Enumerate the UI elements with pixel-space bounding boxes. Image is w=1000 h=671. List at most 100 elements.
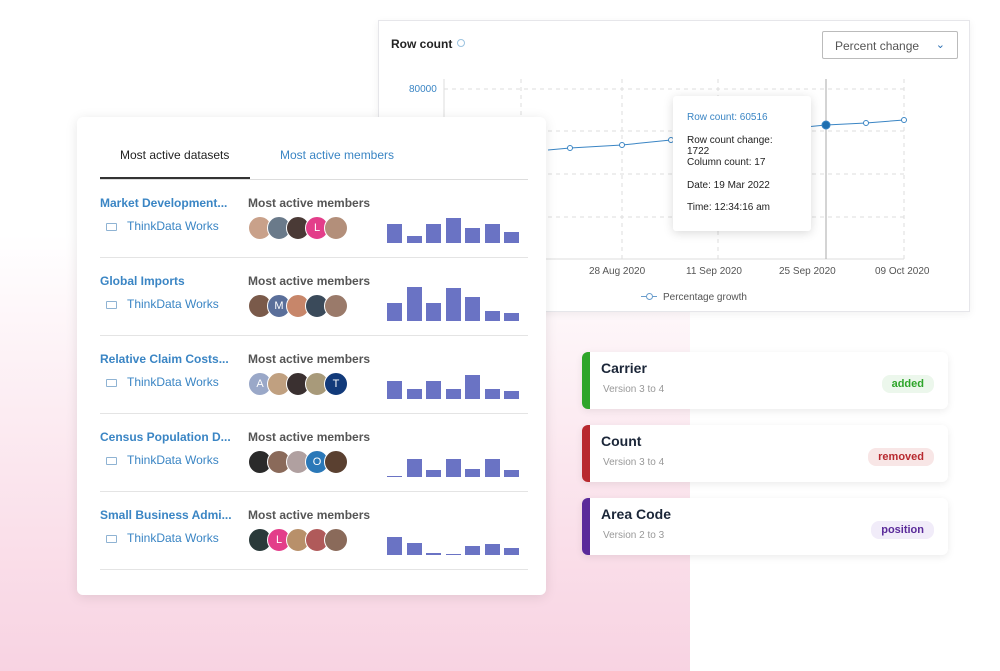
status-stripe xyxy=(582,425,590,482)
activity-bar xyxy=(484,544,500,555)
activity-chart xyxy=(387,278,520,321)
activity-bar xyxy=(465,375,480,399)
x-tick-label: 25 Sep 2020 xyxy=(779,266,836,277)
organization-icon xyxy=(106,379,117,387)
dataset-row[interactable]: Census Population D... ThinkData Works M… xyxy=(100,414,528,492)
avatar[interactable] xyxy=(324,294,348,318)
legend-marker-icon xyxy=(641,293,657,301)
tab-most-active-datasets[interactable]: Most active datasets xyxy=(120,148,229,162)
activity-bar xyxy=(387,224,402,243)
schema-change-card[interactable]: Count Version 3 to 4 removed xyxy=(582,425,948,482)
schema-change-card[interactable]: Carrier Version 3 to 4 added xyxy=(582,352,948,409)
data-point xyxy=(901,117,907,123)
avatar[interactable] xyxy=(324,216,348,240)
members-label: Most active members xyxy=(248,196,371,210)
status-stripe xyxy=(582,498,590,555)
activity-bar xyxy=(445,218,461,243)
x-tick-label: 09 Oct 2020 xyxy=(875,266,930,277)
avatar[interactable] xyxy=(324,450,348,474)
activity-bar xyxy=(406,287,422,321)
tooltip-date: Date: 19 Mar 2022 xyxy=(687,179,770,191)
avatar[interactable] xyxy=(324,528,348,552)
activity-bar xyxy=(484,311,500,321)
column-name: Carrier xyxy=(601,360,647,376)
activity-bar xyxy=(387,537,402,555)
members-label: Most active members xyxy=(248,508,371,522)
dataset-row[interactable]: Relative Claim Costs... ThinkData Works … xyxy=(100,336,528,414)
tooltip-time: Time: 12:34:16 am xyxy=(687,202,771,213)
dataset-row[interactable]: Market Development... ThinkData Works Mo… xyxy=(100,180,528,258)
avatar[interactable]: T xyxy=(324,372,348,396)
version-range: Version 3 to 4 xyxy=(603,384,665,395)
members-label: Most active members xyxy=(248,430,371,444)
schema-change-card[interactable]: Area Code Version 2 to 3 position xyxy=(582,498,948,555)
organization-icon xyxy=(106,457,117,465)
organization-icon xyxy=(106,223,117,231)
activity-bar xyxy=(504,391,519,399)
data-point xyxy=(567,145,573,151)
status-badge: added xyxy=(881,375,934,393)
legend-label: Percentage growth xyxy=(663,292,747,303)
tab-most-active-members[interactable]: Most active members xyxy=(280,148,394,162)
tooltip-row-count: Row count: 60516 xyxy=(687,112,768,123)
activity-bar xyxy=(465,228,480,243)
dataset-row[interactable]: Global Imports ThinkData Works Most acti… xyxy=(100,258,528,336)
status-badge: removed xyxy=(868,448,934,466)
activity-bar xyxy=(387,476,402,477)
activity-bar xyxy=(445,288,461,321)
tooltip-row-count-change: Row count change: 1722 xyxy=(687,134,773,157)
activity-bar xyxy=(504,232,519,243)
activity-bar xyxy=(426,553,441,555)
organization-name[interactable]: ThinkData Works xyxy=(127,297,219,311)
activity-bar xyxy=(445,554,461,555)
activity-bar xyxy=(484,389,500,399)
version-range: Version 3 to 4 xyxy=(603,457,665,468)
activity-bar xyxy=(465,546,480,555)
activity-bar xyxy=(465,469,480,477)
datasets-card: Most active datasets Most active members… xyxy=(77,117,546,595)
data-point xyxy=(619,142,625,148)
data-point xyxy=(863,120,869,126)
dataset-row[interactable]: Small Business Admi... ThinkData Works M… xyxy=(100,492,528,570)
members-label: Most active members xyxy=(248,274,371,288)
activity-bar xyxy=(426,303,441,321)
chart-legend[interactable]: Percentage growth xyxy=(641,292,747,303)
activity-bar xyxy=(426,224,441,243)
y-tick-label: 80000 xyxy=(409,84,437,95)
organization-name[interactable]: ThinkData Works xyxy=(127,375,219,389)
members-label: Most active members xyxy=(248,352,371,366)
column-name: Area Code xyxy=(601,506,672,522)
x-tick-label: 28 Aug 2020 xyxy=(589,266,646,277)
dataset-name[interactable]: Market Development... xyxy=(100,196,227,210)
organization-name[interactable]: ThinkData Works xyxy=(127,531,219,545)
version-range: Version 2 to 3 xyxy=(603,530,665,541)
activity-chart xyxy=(387,512,520,555)
organization-name[interactable]: ThinkData Works xyxy=(127,453,219,467)
status-stripe xyxy=(582,352,590,409)
organization-name[interactable]: ThinkData Works xyxy=(127,219,219,233)
activity-chart xyxy=(387,434,520,477)
tooltip-column-count: Column count: 17 xyxy=(687,157,766,168)
dataset-name[interactable]: Small Business Admi... xyxy=(100,508,232,522)
dataset-name[interactable]: Census Population D... xyxy=(100,430,231,444)
activity-bar xyxy=(445,459,461,477)
activity-bar xyxy=(387,303,402,321)
activity-bar xyxy=(387,381,402,399)
activity-bar xyxy=(406,543,422,555)
activity-bar xyxy=(406,389,422,399)
activity-chart xyxy=(387,200,520,243)
status-badge: position xyxy=(871,521,934,539)
data-point-hovered xyxy=(821,120,831,130)
activity-bar xyxy=(445,389,461,399)
activity-chart xyxy=(387,356,520,399)
activity-bar xyxy=(504,313,519,321)
x-tick-label: 11 Sep 2020 xyxy=(686,266,742,277)
activity-bar xyxy=(465,297,480,321)
dataset-name[interactable]: Relative Claim Costs... xyxy=(100,352,229,366)
organization-icon xyxy=(106,301,117,309)
activity-bar xyxy=(406,459,422,477)
dataset-name[interactable]: Global Imports xyxy=(100,274,185,288)
column-name: Count xyxy=(601,433,642,449)
chart-tooltip: Row count: 60516 Row count change: 1722 … xyxy=(673,96,811,231)
organization-icon xyxy=(106,535,117,543)
